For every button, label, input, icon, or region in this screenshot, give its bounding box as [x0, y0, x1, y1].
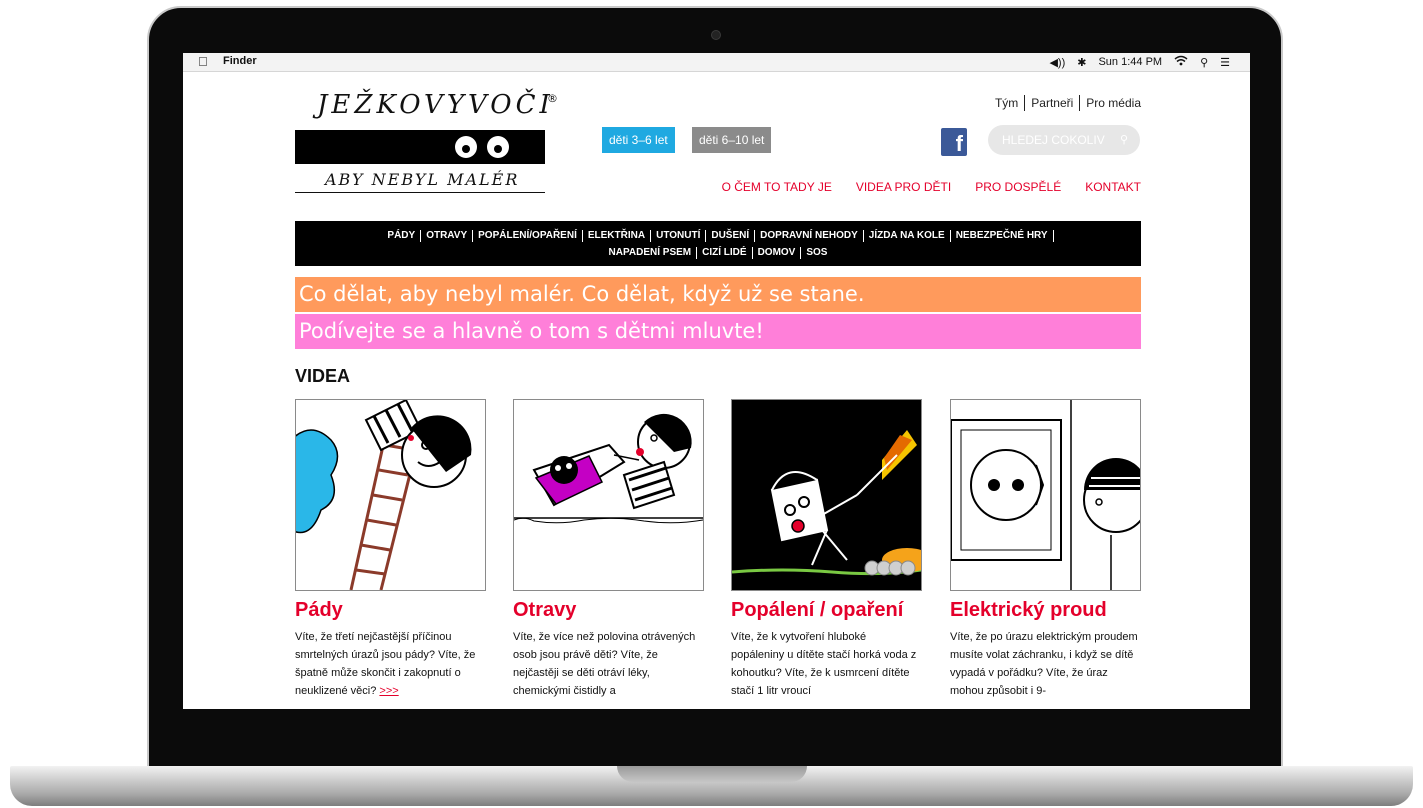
banner-pink: Podívejte se a hlavně o tom s dětmi mluv… — [295, 314, 1141, 349]
search-icon[interactable]: ⚲ — [1120, 125, 1128, 155]
nav-pro-dospele[interactable]: PRO DOSPĚLÉ — [975, 180, 1061, 194]
spotlight-icon[interactable]: ⚲ — [1200, 56, 1208, 69]
read-more-link[interactable]: >>> — [379, 685, 398, 697]
video-thumbnail[interactable] — [513, 399, 704, 591]
age-3-6-button[interactable]: děti 3–6 let — [602, 127, 675, 153]
category-napadeni-psem[interactable]: NAPADENÍ PSEM — [604, 247, 698, 259]
video-title[interactable]: Popálení / opaření — [731, 599, 922, 622]
link-separator — [1024, 95, 1026, 111]
category-popaleni[interactable]: POPÁLENÍ/OPAŘENÍ — [473, 230, 583, 242]
wifi-icon[interactable] — [1174, 55, 1188, 69]
category-utonuti[interactable]: UTONUTÍ — [651, 230, 707, 242]
nav-o-cem-to-tady-je[interactable]: O ČEM TO TADY JE — [722, 180, 832, 194]
category-pady[interactable]: PÁDY — [382, 230, 422, 242]
category-otravy[interactable]: OTRAVY — [421, 230, 474, 242]
main-nav: O ČEM TO TADY JE VIDEA PRO DĚTI PRO DOSP… — [722, 180, 1141, 194]
site-logo[interactable]: JEŽKOVYVOČI ® ABY NEBYL MALÉR — [295, 86, 558, 204]
notification-center-icon[interactable]: ☰ — [1220, 56, 1230, 69]
volume-icon[interactable]: ◀)) — [1049, 56, 1065, 69]
category-duseni[interactable]: DUŠENÍ — [706, 230, 756, 242]
age-6-10-button[interactable]: děti 6–10 let — [692, 127, 772, 153]
registered-mark: ® — [547, 92, 558, 105]
link-pro-media[interactable]: Pro média — [1086, 96, 1141, 110]
banner-orange: Co dělat, aby nebyl malér. Co dělat, kdy… — [295, 277, 1141, 312]
category-nav: PÁDY OTRAVY POPÁLENÍ/OPAŘENÍ ELEKTŘINA UTONU… — [295, 221, 1141, 266]
category-sos[interactable]: SOS — [801, 247, 832, 259]
video-card-popaleni[interactable]: Popálení / opaření Víte, že k vytvoření … — [731, 399, 922, 700]
bluetooth-icon[interactable]: ✱ — [1077, 56, 1086, 69]
video-description: Víte, že třetí nejčastější příčinou smrt… — [295, 628, 486, 700]
videos-heading: VIDEA — [295, 366, 351, 386]
nav-kontakt[interactable]: KONTAKT — [1085, 180, 1141, 194]
video-thumbnail[interactable] — [295, 399, 486, 591]
clock[interactable]: Sun 1:44 PM — [1098, 56, 1162, 68]
video-card-otravy[interactable]: Otravy Víte, že více než polovina otráve… — [513, 399, 704, 700]
video-title[interactable]: Elektrický proud — [950, 599, 1141, 622]
video-card-elektricky-proud[interactable]: Elektrický proud Víte, že po úrazu elekt… — [950, 399, 1141, 700]
camera-icon — [711, 30, 721, 40]
video-description: Víte, že k vytvoření hluboké popáleniny … — [731, 631, 917, 697]
search-placeholder: HLEDEJ COKOLIV — [1002, 133, 1105, 147]
logo-title: JEŽKOVYVOČI — [317, 90, 554, 120]
link-tym[interactable]: Tým — [995, 96, 1018, 110]
category-jizda-na-kole[interactable]: JÍZDA NA KOLE — [864, 230, 951, 242]
video-card-pady[interactable]: Pády Víte, že třetí nejčastější příčinou… — [295, 399, 486, 700]
laptop-base-notch — [617, 766, 807, 782]
eye-icon — [487, 136, 509, 158]
facebook-icon[interactable]: f — [941, 128, 967, 156]
logo-eyes-bar — [295, 130, 545, 164]
category-dopravni-nehody[interactable]: DOPRAVNÍ NEHODY — [755, 230, 864, 242]
app-name[interactable]: Finder — [223, 55, 257, 67]
logo-subtitle: ABY NEBYL MALÉR — [325, 170, 520, 189]
apple-icon[interactable]:  — [198, 54, 208, 69]
category-elektrina[interactable]: ELEKTŘINA — [583, 230, 652, 242]
top-links: Tým Partneři Pro média — [995, 95, 1141, 111]
video-description: Víte, že více než polovina otrávených os… — [513, 631, 696, 697]
video-title[interactable]: Pády — [295, 599, 486, 622]
category-nebezpecne-hry[interactable]: NEBEZPEČNÉ HRY — [951, 230, 1054, 242]
menu-bar:  Finder ◀)) ✱ Sun 1:44 PM ⚲ ☰ — [183, 53, 1250, 72]
video-thumbnail[interactable] — [950, 399, 1141, 591]
video-title[interactable]: Otravy — [513, 599, 704, 622]
eye-icon — [455, 136, 477, 158]
category-domov[interactable]: DOMOV — [753, 247, 802, 259]
video-thumbnail[interactable] — [731, 399, 922, 591]
nav-videa-pro-deti[interactable]: VIDEA PRO DĚTI — [856, 180, 951, 194]
screen:  Finder ◀)) ✱ Sun 1:44 PM ⚲ ☰ JEŽKOVYVO… — [183, 53, 1250, 709]
status-area: ◀)) ✱ Sun 1:44 PM ⚲ ☰ — [1049, 55, 1230, 69]
category-cizi-lide[interactable]: CIZÍ LIDÉ — [697, 247, 753, 259]
logo-underline — [295, 192, 545, 193]
search-input[interactable]: HLEDEJ COKOLIV ⚲ — [988, 125, 1140, 155]
video-description: Víte, že po úrazu elektrickým proudem mu… — [950, 631, 1138, 697]
link-partneri[interactable]: Partneři — [1031, 96, 1073, 110]
link-separator — [1079, 95, 1081, 111]
